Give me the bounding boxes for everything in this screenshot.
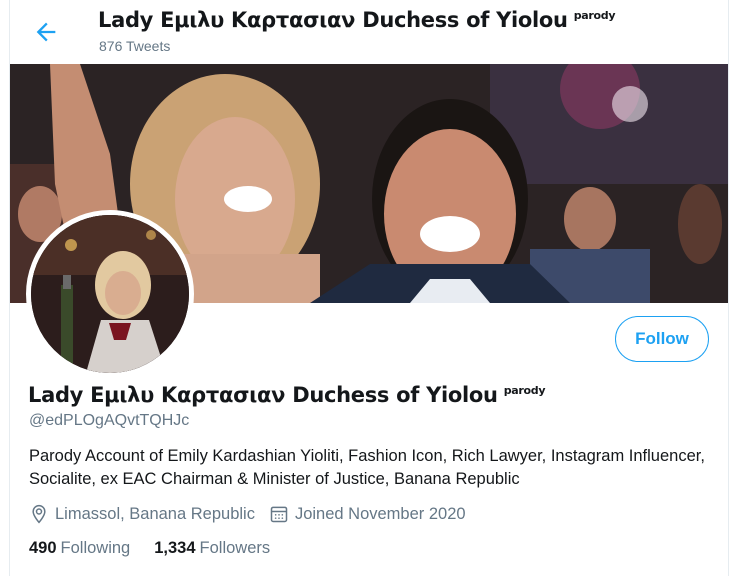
follow-button[interactable]: Follow	[615, 316, 709, 362]
back-button[interactable]	[32, 18, 60, 46]
profile-parody-badge: parody	[503, 384, 546, 397]
header-parody-badge: parody	[573, 9, 616, 22]
arrow-left-icon	[36, 22, 56, 42]
followers-count: 1,334	[154, 539, 196, 557]
join-date-text: Joined November 2020	[294, 504, 466, 523]
tweet-count: 876 Tweets	[99, 38, 171, 54]
following-link[interactable]: 490 Following	[29, 539, 130, 558]
following-label: Following	[60, 539, 131, 557]
calendar-icon	[270, 506, 288, 523]
location-pin-icon	[32, 504, 46, 524]
profile-name-text: Lady Εμιλυ Καρτασιαν Duchess of Yiolou	[28, 383, 498, 407]
profile-stats: 490 Following 1,334 Followers	[29, 539, 294, 558]
avatar-photo	[31, 215, 189, 373]
header-title-text: Lady Εμιλυ Καρτασιαν Duchess of Yiolou	[98, 8, 568, 32]
followers-label: Followers	[199, 539, 271, 557]
profile-bio: Parody Account of Emily Kardashian Yioli…	[29, 447, 705, 488]
top-bar: Lady Εμιλυ Καρτασιαν Duchess of Yiolou pa…	[10, 0, 728, 64]
followers-link[interactable]: 1,334 Followers	[154, 539, 270, 558]
profile-handle: @edPLOgAQvtTQHJc	[29, 412, 190, 429]
profile-meta: Limassol, Banana Republic Joined Novembe…	[29, 504, 480, 524]
join-date: Joined November 2020	[269, 504, 466, 524]
location: Limassol, Banana Republic	[29, 504, 255, 524]
location-text: Limassol, Banana Republic	[55, 504, 255, 523]
header-title: Lady Εμιλυ Καρτασιαν Duchess of Yiolou pa…	[98, 8, 616, 32]
profile-name: Lady Εμιλυ Καρτασιαν Duchess of Yiolou pa…	[28, 383, 546, 407]
avatar[interactable]	[26, 210, 194, 378]
following-count: 490	[29, 539, 57, 557]
profile-page: Lady Εμιλυ Καρτασιαν Duchess of Yiolou pa…	[9, 0, 729, 576]
